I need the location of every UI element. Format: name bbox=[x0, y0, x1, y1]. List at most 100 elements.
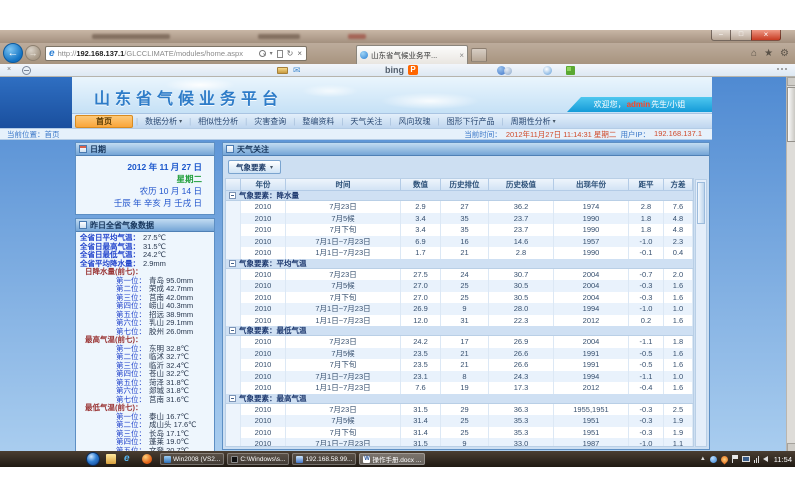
taskbar-button-0[interactable]: Win2008 (VS2... bbox=[160, 453, 224, 465]
table-row[interactable]: 20107月1日~7月23日26.9928.01994-1.01.0 bbox=[226, 303, 693, 315]
ie-icon[interactable]: e bbox=[124, 454, 134, 464]
table-scrollbar-thumb[interactable] bbox=[697, 182, 705, 224]
taskbar-clock[interactable]: 11:54 bbox=[772, 455, 792, 464]
table-row[interactable]: 20107月5候23.52126.61991-0.51.6 bbox=[226, 348, 693, 360]
table-group-row[interactable]: 气象要素：最低气温 bbox=[226, 326, 693, 336]
taskbar-button-2[interactable]: 192.168.58.99... bbox=[292, 453, 356, 465]
nav-item-5[interactable]: 天气关注 bbox=[346, 116, 386, 127]
nav-item-8[interactable]: 周期性分析▾ bbox=[507, 116, 560, 127]
table-row[interactable]: 20107月下旬27.02530.52004-0.31.6 bbox=[226, 292, 693, 304]
folder-icon[interactable] bbox=[106, 454, 116, 464]
collapse-icon[interactable] bbox=[229, 260, 236, 267]
titlebar[interactable]: – □ × bbox=[0, 30, 795, 43]
compatibility-view-icon[interactable] bbox=[277, 50, 283, 58]
bing-logo[interactable]: bing bbox=[385, 65, 404, 75]
nav-item-3[interactable]: 灾害查询 bbox=[250, 116, 290, 127]
taskbar-button-3[interactable]: W操作手册.docx ... bbox=[359, 453, 425, 465]
wallpaper-smudge bbox=[258, 34, 300, 39]
table-row[interactable]: 20107月23日2.92736.219742.87.6 bbox=[226, 201, 693, 213]
table-cell: 33.0 bbox=[489, 438, 554, 447]
table-cell: 24.3 bbox=[489, 371, 554, 383]
search-icon[interactable] bbox=[259, 50, 266, 57]
address-bar[interactable]: e http://192.168.137.1/GLCCLIMATE/module… bbox=[45, 46, 307, 61]
table-cell: 26.6 bbox=[489, 348, 554, 360]
tray-app-icon[interactable] bbox=[710, 456, 717, 463]
table-row[interactable]: 20107月下旬23.52126.61991-0.51.6 bbox=[226, 359, 693, 371]
p-badge-icon[interactable]: P bbox=[408, 65, 418, 75]
table-group-row[interactable]: 气象要素：平均气温 bbox=[226, 259, 693, 269]
network-icon[interactable] bbox=[754, 456, 759, 463]
nav-item-6[interactable]: 风向玫瑰 bbox=[394, 116, 434, 127]
search-dropdown-icon[interactable]: ▾ bbox=[270, 50, 273, 57]
weather-data-icon bbox=[79, 221, 87, 229]
element-selector-button[interactable]: 气象要素▾ bbox=[228, 160, 281, 174]
favorites-star-icon[interactable]: ★ bbox=[764, 47, 773, 60]
back-button[interactable]: ← bbox=[3, 43, 23, 63]
weather-watch-panel: 天气关注 气象要素▾ 年份时间数值历史排位历史极值出现年份距平方差 气象要素：降… bbox=[222, 142, 710, 450]
table-cell: 22.3 bbox=[489, 315, 554, 327]
table-cell: 2012 bbox=[554, 382, 629, 394]
more-options-icon[interactable] bbox=[777, 68, 787, 70]
hidden-icons-arrow[interactable]: ▲ bbox=[700, 456, 706, 462]
scroll-up-arrow[interactable] bbox=[787, 77, 795, 86]
table-row[interactable]: 20107月5候27.02530.52004-0.31.6 bbox=[226, 280, 693, 292]
nav-item-7[interactable]: 图形下行产品 bbox=[443, 116, 499, 127]
collapse-icon[interactable] bbox=[229, 192, 236, 199]
minimize-button[interactable]: – bbox=[711, 30, 731, 41]
table-row[interactable]: 20107月5候31.42535.31951-0.31.9 bbox=[226, 415, 693, 427]
page-scrollbar[interactable] bbox=[786, 77, 795, 452]
sparkle-icon[interactable] bbox=[543, 66, 552, 75]
table-scrollbar[interactable] bbox=[695, 179, 707, 447]
tab-close-icon[interactable]: × bbox=[459, 51, 464, 60]
row-expand-cell bbox=[226, 336, 241, 348]
nav-item-2[interactable]: 相似性分析 bbox=[194, 116, 242, 127]
row-expand-cell bbox=[226, 303, 241, 315]
nav-item-0[interactable]: 首页 bbox=[75, 115, 133, 128]
table-row[interactable]: 20107月23日24.21726.92004-1.11.8 bbox=[226, 336, 693, 348]
table-row[interactable]: 20107月下旬31.42535.31951-0.31.9 bbox=[226, 427, 693, 439]
collapse-icon[interactable] bbox=[229, 395, 236, 402]
browser-tab[interactable]: 山东省气候业务平... × bbox=[356, 45, 468, 64]
nav-item-4[interactable]: 整编资料 bbox=[298, 116, 338, 127]
action-center-flag-icon[interactable] bbox=[732, 455, 738, 463]
maximize-button[interactable]: □ bbox=[731, 30, 751, 41]
table-row[interactable]: 20107月1日~7月23日23.1824.31994-1.11.0 bbox=[226, 371, 693, 383]
page-scrollbar-thumb[interactable] bbox=[787, 87, 795, 142]
table-row[interactable]: 20107月1日~7月23日6.91614.61957-1.02.3 bbox=[226, 236, 693, 248]
nav-item-1[interactable]: 数据分析▾ bbox=[141, 116, 186, 127]
table-row[interactable]: 20107月5候3.43523.719901.84.8 bbox=[226, 213, 693, 225]
stop-icon[interactable]: × bbox=[297, 49, 302, 58]
table-cell: 21 bbox=[441, 247, 489, 259]
start-button[interactable] bbox=[86, 452, 100, 466]
table-row[interactable]: 20107月下旬3.43523.719901.84.8 bbox=[226, 224, 693, 236]
row-expand-cell bbox=[226, 371, 241, 383]
mail-icon[interactable]: ✉ bbox=[293, 65, 301, 76]
table-group-row[interactable]: 气象要素：降水量 bbox=[226, 191, 693, 201]
table-row[interactable]: 20107月1日~7月23日31.5933.01987-1.01.1 bbox=[226, 438, 693, 447]
firefox-icon[interactable] bbox=[142, 454, 152, 464]
forward-button[interactable]: → bbox=[25, 45, 41, 61]
addon-puzzle-icon[interactable] bbox=[566, 66, 575, 75]
table-cell: 31.4 bbox=[401, 415, 441, 427]
collapse-icon[interactable] bbox=[229, 327, 236, 334]
table-row[interactable]: 20107月23日27.52430.72004-0.72.0 bbox=[226, 269, 693, 281]
display-icon[interactable] bbox=[742, 456, 750, 462]
settings-gear-icon[interactable]: ⚙ bbox=[780, 47, 789, 60]
new-tab-button[interactable] bbox=[471, 48, 487, 62]
flame-icon[interactable] bbox=[719, 454, 729, 464]
table-cell: 2010 bbox=[241, 280, 286, 292]
speaker-icon[interactable] bbox=[763, 456, 768, 462]
toolbar-close-icon[interactable]: × bbox=[7, 66, 11, 73]
page-viewport: 山东省气候业务平台 欢迎您，admin 先生/小姐 首页|数据分析▾|相似性分析… bbox=[0, 77, 795, 452]
table-cell: 1987 bbox=[554, 438, 629, 447]
close-button[interactable]: × bbox=[751, 30, 781, 41]
table-cell: 2012 bbox=[554, 315, 629, 327]
refresh-icon[interactable]: ↻ bbox=[287, 49, 294, 58]
taskbar-button-1[interactable]: C:\Windows\s... bbox=[227, 453, 289, 465]
table-row[interactable]: 20107月23日31.52936.31955,1951-0.32.5 bbox=[226, 404, 693, 416]
table-cell: 1990 bbox=[554, 224, 629, 236]
block-circle-icon[interactable] bbox=[22, 66, 31, 75]
table-group-row[interactable]: 气象要素：最高气温 bbox=[226, 394, 693, 404]
home-icon[interactable]: ⌂ bbox=[751, 47, 757, 60]
card-icon[interactable] bbox=[277, 67, 288, 74]
